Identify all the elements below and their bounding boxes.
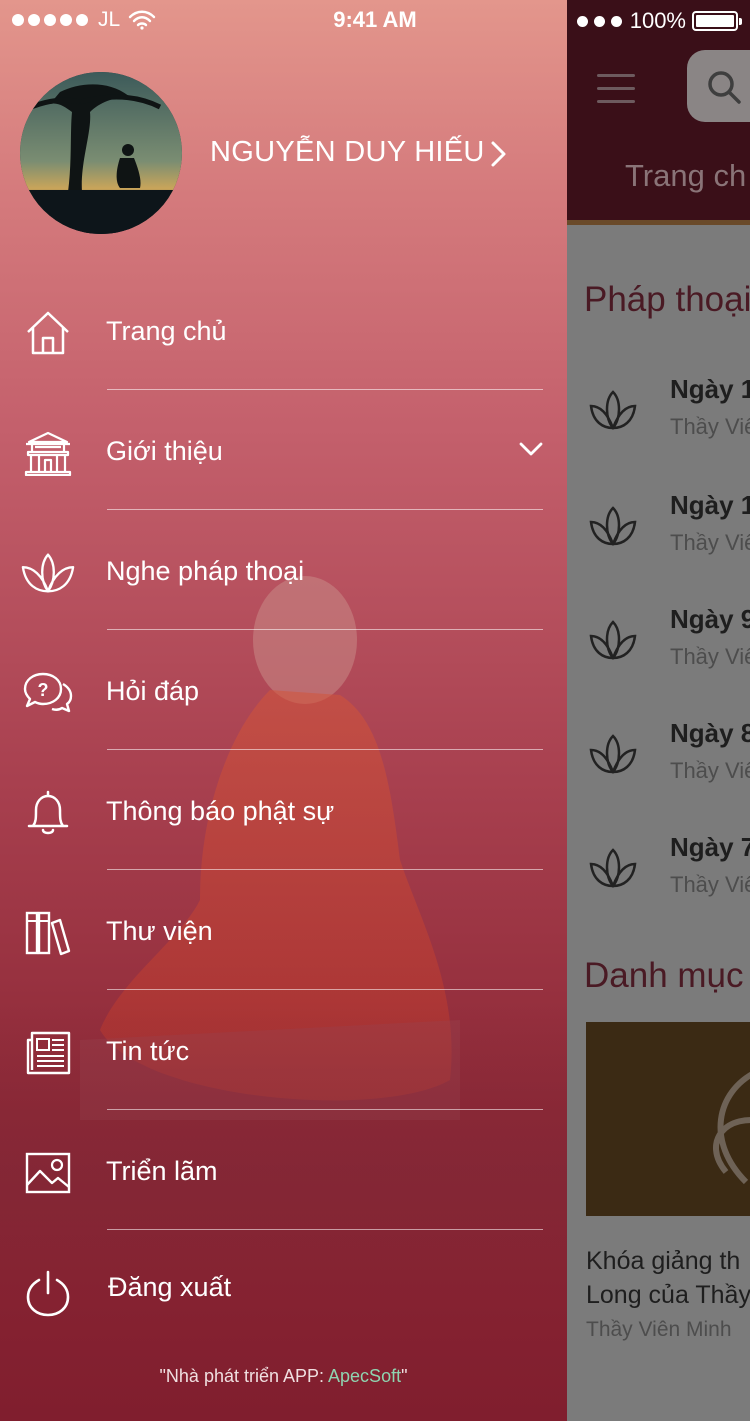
svg-text:?: ?	[38, 680, 49, 700]
avatar[interactable]	[20, 72, 182, 234]
status-right: 100%	[576, 8, 742, 34]
menu-item-trang-chu[interactable]: Trang chủ	[0, 270, 567, 390]
menu-item-dang-xuat[interactable]: Đăng xuất	[0, 1230, 567, 1350]
lotus-icon	[713, 1072, 750, 1185]
list-item[interactable]: Ngày 9 Thầy Viê	[567, 598, 750, 712]
lotus-icon	[589, 506, 637, 547]
section-title-phap-thoai: Pháp thoại	[584, 280, 750, 319]
list-item[interactable]: Ngày 7 Thầy Viê	[567, 826, 750, 940]
search-icon	[708, 71, 741, 104]
lotus-icon	[20, 548, 76, 598]
menu-item-hoi-dap[interactable]: ? Hỏi đáp	[0, 630, 567, 750]
list-item[interactable]: Ngày 8 Thầy Viê	[567, 712, 750, 826]
signal-dot	[593, 15, 605, 27]
battery-icon	[692, 11, 742, 31]
profile-name[interactable]: NGUYỄN DUY HIẾU	[210, 136, 485, 169]
category-card-image[interactable]	[586, 1022, 750, 1216]
question-chat-icon: ?	[20, 668, 76, 718]
books-icon	[20, 908, 76, 958]
profile-header[interactable]: NGUYỄN DUY HIẾU	[20, 72, 560, 234]
list-item[interactable]: Ngày 1 Thầy Viê	[567, 484, 750, 598]
lotus-icon	[589, 848, 637, 889]
temple-icon	[20, 428, 76, 478]
card-title-line: Khóa giảng th	[586, 1247, 741, 1275]
lotus-icon	[589, 390, 637, 431]
avatar-image	[20, 72, 182, 234]
navigation-drawer: NGUYỄN DUY HIẾU Trang chủ Giới thiệu Ngh…	[0, 0, 567, 1421]
menu-item-label: Triển lãm	[106, 1156, 218, 1186]
drawer-menu: Trang chủ Giới thiệu Nghe pháp thoại ? H…	[0, 270, 567, 1350]
menu-item-tin-tuc[interactable]: Tin tức	[0, 990, 567, 1110]
status-bar: JL 9:41 AM 100%	[0, 0, 750, 40]
item-title: Ngày 8	[670, 718, 750, 748]
search-button[interactable]	[687, 50, 750, 122]
image-icon	[20, 1148, 76, 1198]
chevron-right-icon[interactable]	[490, 140, 508, 168]
menu-item-label: Đăng xuất	[108, 1272, 232, 1302]
item-subtitle: Thầy Viê	[670, 530, 750, 555]
lotus-icon	[589, 734, 637, 775]
signal-dot	[576, 15, 588, 27]
category-card-author: Thầy Viên Minh	[586, 1318, 732, 1341]
menu-item-label: Giới thiệu	[106, 436, 223, 466]
item-subtitle: Thầy Viê	[670, 758, 750, 783]
menu-item-label: Thông báo phật sự	[106, 796, 335, 826]
lotus-icon	[589, 620, 637, 661]
item-subtitle: Thầy Viê	[670, 414, 750, 439]
menu-item-nghe-phap-thoai[interactable]: Nghe pháp thoại	[0, 510, 567, 630]
signal-dot	[610, 15, 622, 27]
menu-item-label: Trang chủ	[106, 316, 227, 346]
menu-item-label: Nghe pháp thoại	[106, 556, 305, 586]
home-icon	[20, 308, 76, 358]
menu-item-gioi-thieu[interactable]: Giới thiệu	[0, 390, 567, 510]
menu-item-label: Hỏi đáp	[106, 676, 200, 706]
item-title: Ngày 7	[670, 832, 750, 862]
developer-link[interactable]: ApecSoft	[328, 1366, 401, 1386]
credit-prefix: "Nhà phát triển APP:	[159, 1366, 329, 1386]
tab-home[interactable]: Trang ch	[625, 158, 746, 194]
power-icon	[20, 1268, 76, 1318]
section-title-danh-muc: Danh mục	[584, 956, 744, 995]
item-subtitle: Thầy Viê	[670, 872, 750, 897]
list-item[interactable]: Ngày 1 Thầy Viê	[567, 368, 750, 482]
card-title-line: Long của Thầy	[586, 1281, 750, 1309]
newspaper-icon	[20, 1028, 76, 1078]
item-title: Ngày 9	[670, 604, 750, 634]
menu-item-thong-bao[interactable]: Thông báo phật sự	[0, 750, 567, 870]
developer-credit: "Nhà phát triển APP: ApecSoft"	[0, 1366, 567, 1387]
menu-item-trien-lam[interactable]: Triển lãm	[0, 1110, 567, 1230]
item-title: Ngày 1	[670, 490, 750, 520]
menu-item-label: Thư viện	[106, 916, 213, 946]
menu-item-label: Tin tức	[106, 1036, 190, 1066]
menu-item-thu-vien[interactable]: Thư viện	[0, 870, 567, 990]
bell-icon	[20, 788, 76, 838]
item-subtitle: Thầy Viê	[670, 644, 750, 669]
credit-suffix: "	[401, 1366, 408, 1386]
item-title: Ngày 1	[670, 374, 750, 404]
chevron-down-icon[interactable]	[519, 442, 543, 456]
hamburger-menu-icon[interactable]	[597, 74, 635, 104]
category-card-title[interactable]: Khóa giảng th Long của Thầy	[586, 1244, 750, 1312]
battery-percent: 100%	[629, 8, 686, 33]
tab-underline	[567, 220, 750, 225]
